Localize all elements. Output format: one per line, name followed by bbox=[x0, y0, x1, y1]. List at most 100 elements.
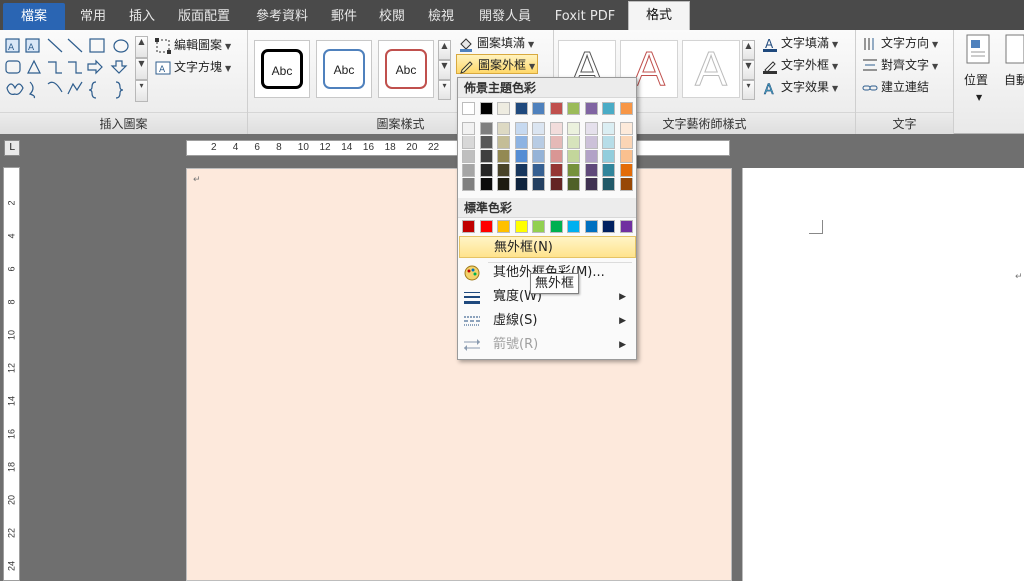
edit-shape-button[interactable]: 編輯圖案 ▼ bbox=[155, 35, 231, 55]
tab-file[interactable]: 檔案 bbox=[3, 3, 65, 30]
shapes-more[interactable]: ▾ bbox=[135, 80, 148, 102]
tab-references[interactable]: 參考資料 bbox=[246, 3, 318, 30]
standard-color-swatch[interactable] bbox=[567, 220, 580, 233]
theme-shade-swatch[interactable] bbox=[532, 136, 545, 149]
arrows-item[interactable]: 箭號(R) ▶ bbox=[459, 334, 636, 356]
theme-shade-swatch[interactable] bbox=[619, 136, 633, 149]
theme-shade-swatch[interactable] bbox=[584, 178, 598, 191]
text-effects-button[interactable]: A 文字效果 ▼ bbox=[762, 77, 838, 98]
text-outline-button[interactable]: 文字外框 ▼ bbox=[762, 55, 838, 75]
standard-color-swatch[interactable] bbox=[602, 220, 615, 233]
align-text-button[interactable]: 對齊文字 ▼ bbox=[862, 55, 938, 75]
theme-color-swatch[interactable] bbox=[584, 102, 598, 115]
theme-shade-swatch[interactable] bbox=[514, 164, 528, 177]
tab-selector[interactable]: L bbox=[4, 140, 20, 156]
theme-shade-swatch[interactable] bbox=[462, 136, 475, 149]
theme-shade-swatch[interactable] bbox=[514, 150, 528, 163]
theme-shade-swatch[interactable] bbox=[567, 136, 580, 149]
theme-shade-swatch[interactable] bbox=[532, 164, 545, 177]
theme-shade-swatch[interactable] bbox=[497, 136, 510, 149]
theme-color-swatch[interactable] bbox=[619, 102, 633, 115]
standard-color-swatch[interactable] bbox=[619, 220, 633, 233]
tab-foxit-pdf[interactable]: Foxit PDF bbox=[546, 3, 624, 30]
styles-scroll-up[interactable]: ▲ bbox=[438, 40, 451, 60]
theme-shade-swatch[interactable] bbox=[602, 136, 615, 149]
theme-color-swatch[interactable] bbox=[567, 102, 580, 115]
theme-shade-swatch[interactable] bbox=[462, 164, 475, 177]
standard-color-swatch[interactable] bbox=[584, 220, 598, 233]
tab-developer[interactable]: 開發人員 bbox=[468, 3, 542, 30]
theme-shade-swatch[interactable] bbox=[462, 150, 475, 163]
shapes-scroll-up[interactable]: ▲ bbox=[135, 36, 148, 58]
document-page[interactable]: ↵ bbox=[742, 168, 1024, 581]
tab-view[interactable]: 檢視 bbox=[418, 3, 464, 30]
standard-color-swatch[interactable] bbox=[549, 220, 563, 233]
theme-shade-swatch[interactable] bbox=[584, 164, 598, 177]
theme-shade-swatch[interactable] bbox=[479, 122, 493, 135]
theme-shade-swatch[interactable] bbox=[567, 122, 580, 135]
theme-color-swatch[interactable] bbox=[497, 102, 510, 115]
theme-shade-swatch[interactable] bbox=[602, 164, 615, 177]
theme-shade-swatch[interactable] bbox=[462, 122, 475, 135]
styles-more[interactable]: ▾ bbox=[438, 80, 451, 100]
theme-color-swatch[interactable] bbox=[514, 102, 528, 115]
standard-color-swatch[interactable] bbox=[462, 220, 475, 233]
theme-color-swatch[interactable] bbox=[602, 102, 615, 115]
standard-color-swatch[interactable] bbox=[497, 220, 510, 233]
theme-shade-swatch[interactable] bbox=[619, 178, 633, 191]
create-link-button[interactable]: 建立連結 bbox=[862, 77, 929, 97]
theme-shade-swatch[interactable] bbox=[497, 150, 510, 163]
standard-color-swatch[interactable] bbox=[479, 220, 493, 233]
shape-gallery[interactable]: A A bbox=[4, 36, 132, 102]
theme-shade-swatch[interactable] bbox=[479, 178, 493, 191]
theme-shade-swatch[interactable] bbox=[567, 150, 580, 163]
tab-format[interactable]: 格式 bbox=[628, 1, 690, 31]
no-outline-item[interactable]: 無外框(N) bbox=[459, 236, 636, 258]
wordart-style-light[interactable]: A bbox=[682, 40, 740, 98]
theme-shade-swatch[interactable] bbox=[619, 122, 633, 135]
theme-shade-swatch[interactable] bbox=[532, 150, 545, 163]
theme-shade-swatch[interactable] bbox=[602, 122, 615, 135]
tab-review[interactable]: 校閱 bbox=[370, 3, 414, 30]
theme-shade-swatch[interactable] bbox=[619, 150, 633, 163]
theme-shade-swatch[interactable] bbox=[462, 178, 475, 191]
theme-shade-swatch[interactable] bbox=[514, 136, 528, 149]
theme-shade-swatch[interactable] bbox=[479, 164, 493, 177]
theme-shade-swatch[interactable] bbox=[549, 122, 563, 135]
wrap-text-button[interactable]: 自動 bbox=[1004, 70, 1024, 90]
theme-shade-swatch[interactable] bbox=[549, 150, 563, 163]
theme-shade-swatch[interactable] bbox=[619, 164, 633, 177]
tab-mailings[interactable]: 郵件 bbox=[322, 3, 366, 30]
theme-shade-swatch[interactable] bbox=[602, 150, 615, 163]
wordart-scroll-down[interactable]: ▼ bbox=[742, 60, 755, 80]
shape-fill-button[interactable]: 圖案填滿 ▼ bbox=[458, 33, 534, 53]
theme-color-swatch[interactable] bbox=[532, 102, 545, 115]
theme-shade-swatch[interactable] bbox=[584, 122, 598, 135]
shape-outline-button[interactable]: 圖案外框 ▼ bbox=[456, 54, 539, 74]
theme-shade-swatch[interactable] bbox=[584, 136, 598, 149]
theme-shade-swatch[interactable] bbox=[549, 178, 563, 191]
theme-color-swatch[interactable] bbox=[462, 102, 475, 115]
theme-shade-swatch[interactable] bbox=[514, 122, 528, 135]
tab-home[interactable]: 常用 bbox=[70, 3, 116, 30]
wordart-scroll-up[interactable]: ▲ bbox=[742, 40, 755, 60]
text-box-button[interactable]: A 文字方塊 ▼ bbox=[155, 57, 231, 77]
position-button[interactable]: 位置 bbox=[964, 70, 988, 90]
text-fill-button[interactable]: A 文字填滿 ▼ bbox=[762, 33, 838, 53]
theme-shade-swatch[interactable] bbox=[567, 178, 580, 191]
theme-shade-swatch[interactable] bbox=[532, 178, 545, 191]
theme-shade-swatch[interactable] bbox=[602, 178, 615, 191]
shapes-scroll-down[interactable]: ▼ bbox=[135, 58, 148, 80]
tab-page-layout[interactable]: 版面配置 bbox=[168, 3, 240, 30]
theme-shade-swatch[interactable] bbox=[497, 178, 510, 191]
theme-shade-swatch[interactable] bbox=[584, 150, 598, 163]
text-direction-button[interactable]: 文字方向 ▼ bbox=[862, 33, 938, 53]
theme-color-swatch[interactable] bbox=[549, 102, 563, 115]
tab-insert[interactable]: 插入 bbox=[120, 3, 164, 30]
theme-shade-swatch[interactable] bbox=[479, 150, 493, 163]
theme-shade-swatch[interactable] bbox=[532, 122, 545, 135]
theme-shade-swatch[interactable] bbox=[514, 178, 528, 191]
shape-style-black[interactable]: Abc bbox=[254, 40, 310, 98]
standard-color-swatch[interactable] bbox=[514, 220, 528, 233]
theme-color-swatch[interactable] bbox=[479, 102, 493, 115]
